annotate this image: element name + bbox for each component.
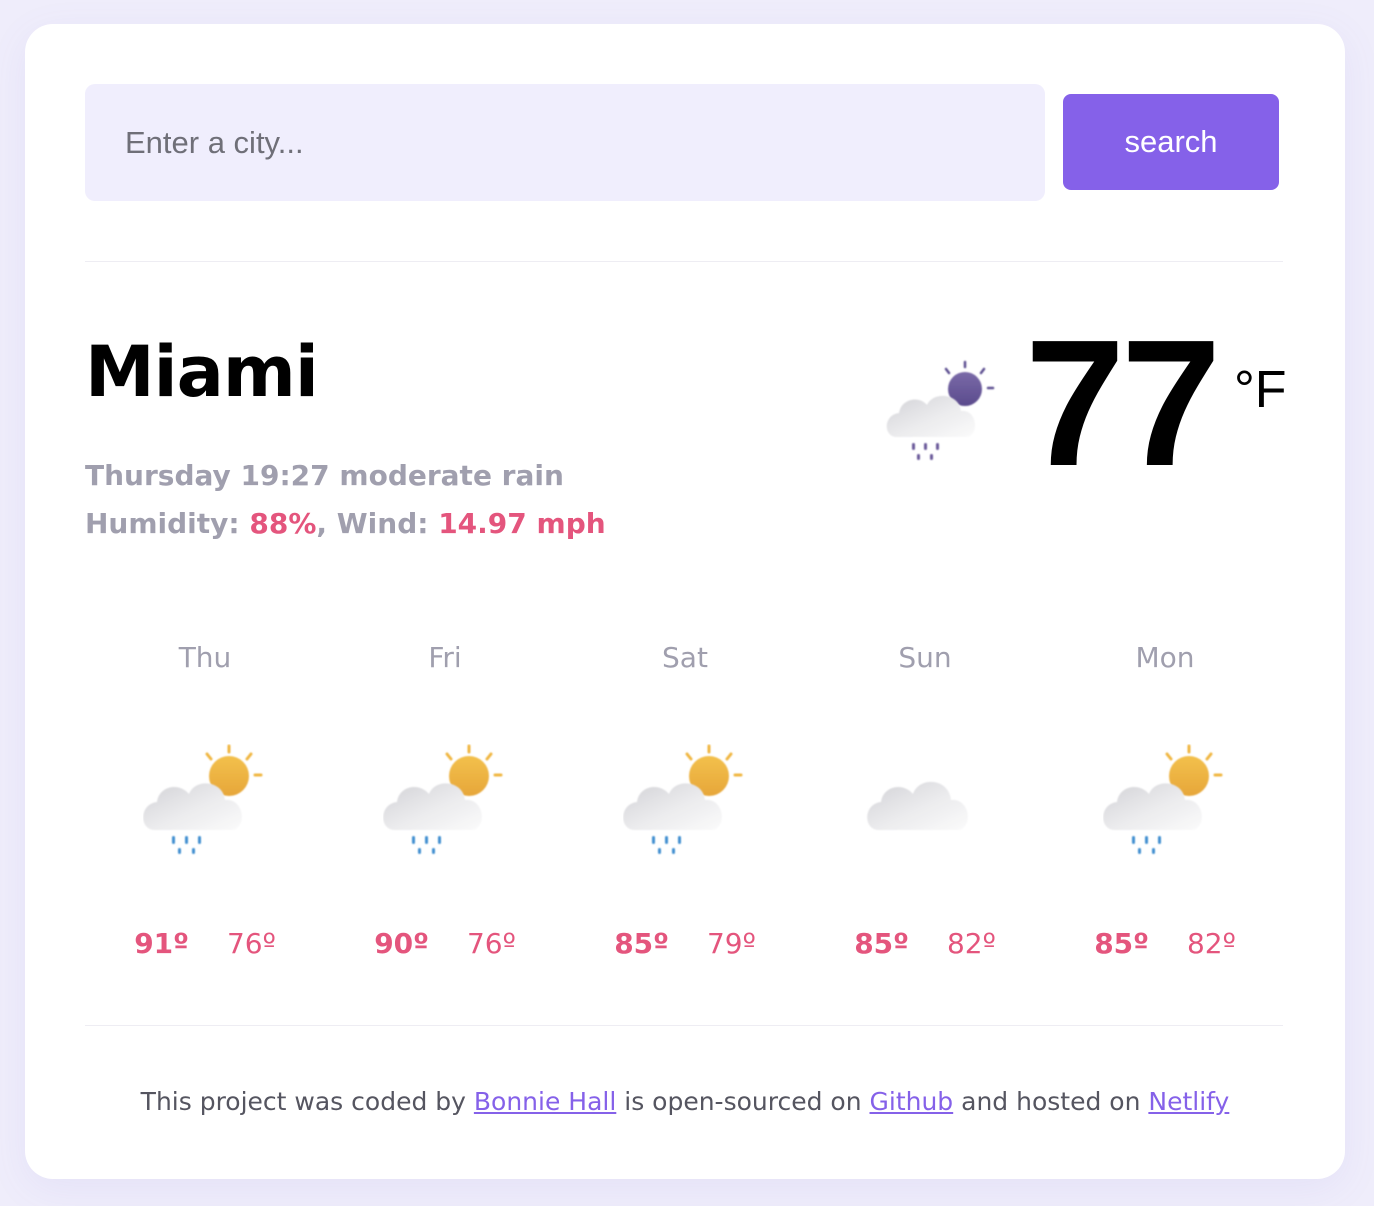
- city-name: Miami: [85, 331, 319, 413]
- github-link[interactable]: Github: [870, 1087, 954, 1116]
- footer-text: This project was coded by: [140, 1087, 474, 1116]
- rain-sun-icon: [383, 744, 507, 860]
- forecast-day-name: Thu: [178, 641, 232, 674]
- footer: This project was coded by Bonnie Hall is…: [25, 1082, 1345, 1122]
- forecast-max-temp: 85º: [854, 927, 909, 960]
- forecast-min-temp: 76º: [226, 927, 276, 960]
- search-button[interactable]: search: [1063, 94, 1279, 190]
- forecast-temps: 85º 82º: [805, 924, 1045, 964]
- forecast-max-temp: 85º: [614, 927, 669, 960]
- weather-app-card: search Miami Thursday 19:27 moderate rai…: [25, 24, 1345, 1179]
- forecast-day: Sun 85º 82º: [805, 634, 1045, 984]
- humidity-label: Humidity:: [85, 507, 250, 540]
- rain-sun-icon: [1103, 744, 1227, 860]
- forecast-day-name: Fri: [428, 641, 462, 674]
- forecast-day-name: Sun: [898, 641, 952, 674]
- forecast-temps: 91º 76º: [85, 924, 325, 964]
- humidity-value: 88%: [249, 507, 317, 540]
- current-humidity-wind: Humidity: 88%, Wind: 14.97 mph: [85, 500, 606, 548]
- search-form: search: [85, 84, 1279, 201]
- forecast-day-name: Mon: [1135, 641, 1195, 674]
- forecast-max-temp: 91º: [134, 927, 189, 960]
- forecast-day: Sat 85º 79º: [565, 634, 805, 984]
- forecast-min-temp: 82º: [1186, 927, 1236, 960]
- forecast-max-temp: 85º: [1094, 927, 1149, 960]
- forecast-day: Thu 91º 76º: [85, 634, 325, 984]
- forecast-day: Mon 85º 82º: [1045, 634, 1285, 984]
- netlify-link[interactable]: Netlify: [1148, 1087, 1229, 1116]
- search-input[interactable]: [85, 84, 1045, 201]
- forecast-max-temp: 90º: [374, 927, 429, 960]
- rain-sun-icon: [623, 744, 747, 860]
- current-description: moderate rain: [339, 459, 564, 492]
- temperature-unit: °F: [1234, 361, 1287, 419]
- forecast-min-temp: 82º: [946, 927, 996, 960]
- rain-night-icon: [885, 359, 1005, 469]
- wind-value: 14.97 mph: [438, 507, 606, 540]
- wind-label: , Wind:: [316, 507, 439, 540]
- forecast-day-name: Sat: [662, 641, 708, 674]
- author-link[interactable]: Bonnie Hall: [474, 1087, 616, 1116]
- footer-text: and hosted on: [953, 1087, 1149, 1116]
- cloud-icon: [863, 744, 987, 860]
- current-temperature: 77: [1025, 303, 1221, 504]
- forecast-day: Fri 90º 76º: [325, 634, 565, 984]
- forecast-temps: 90º 76º: [325, 924, 565, 964]
- forecast-temps: 85º 79º: [565, 924, 805, 964]
- forecast: Thu 91º 76º Fri 90º 76º Sat 85º 79º Sun …: [85, 634, 1285, 984]
- forecast-min-temp: 76º: [466, 927, 516, 960]
- current-details: Thursday 19:27 moderate rain Humidity: 8…: [85, 452, 606, 548]
- footer-text: is open-sourced on: [616, 1087, 870, 1116]
- forecast-min-temp: 79º: [706, 927, 756, 960]
- rain-sun-icon: [143, 744, 267, 860]
- divider: [85, 261, 1283, 262]
- current-day-description: Thursday 19:27 moderate rain: [85, 452, 606, 500]
- current-day-time: Thursday 19:27: [85, 459, 330, 492]
- divider: [85, 1025, 1283, 1026]
- forecast-temps: 85º 82º: [1045, 924, 1285, 964]
